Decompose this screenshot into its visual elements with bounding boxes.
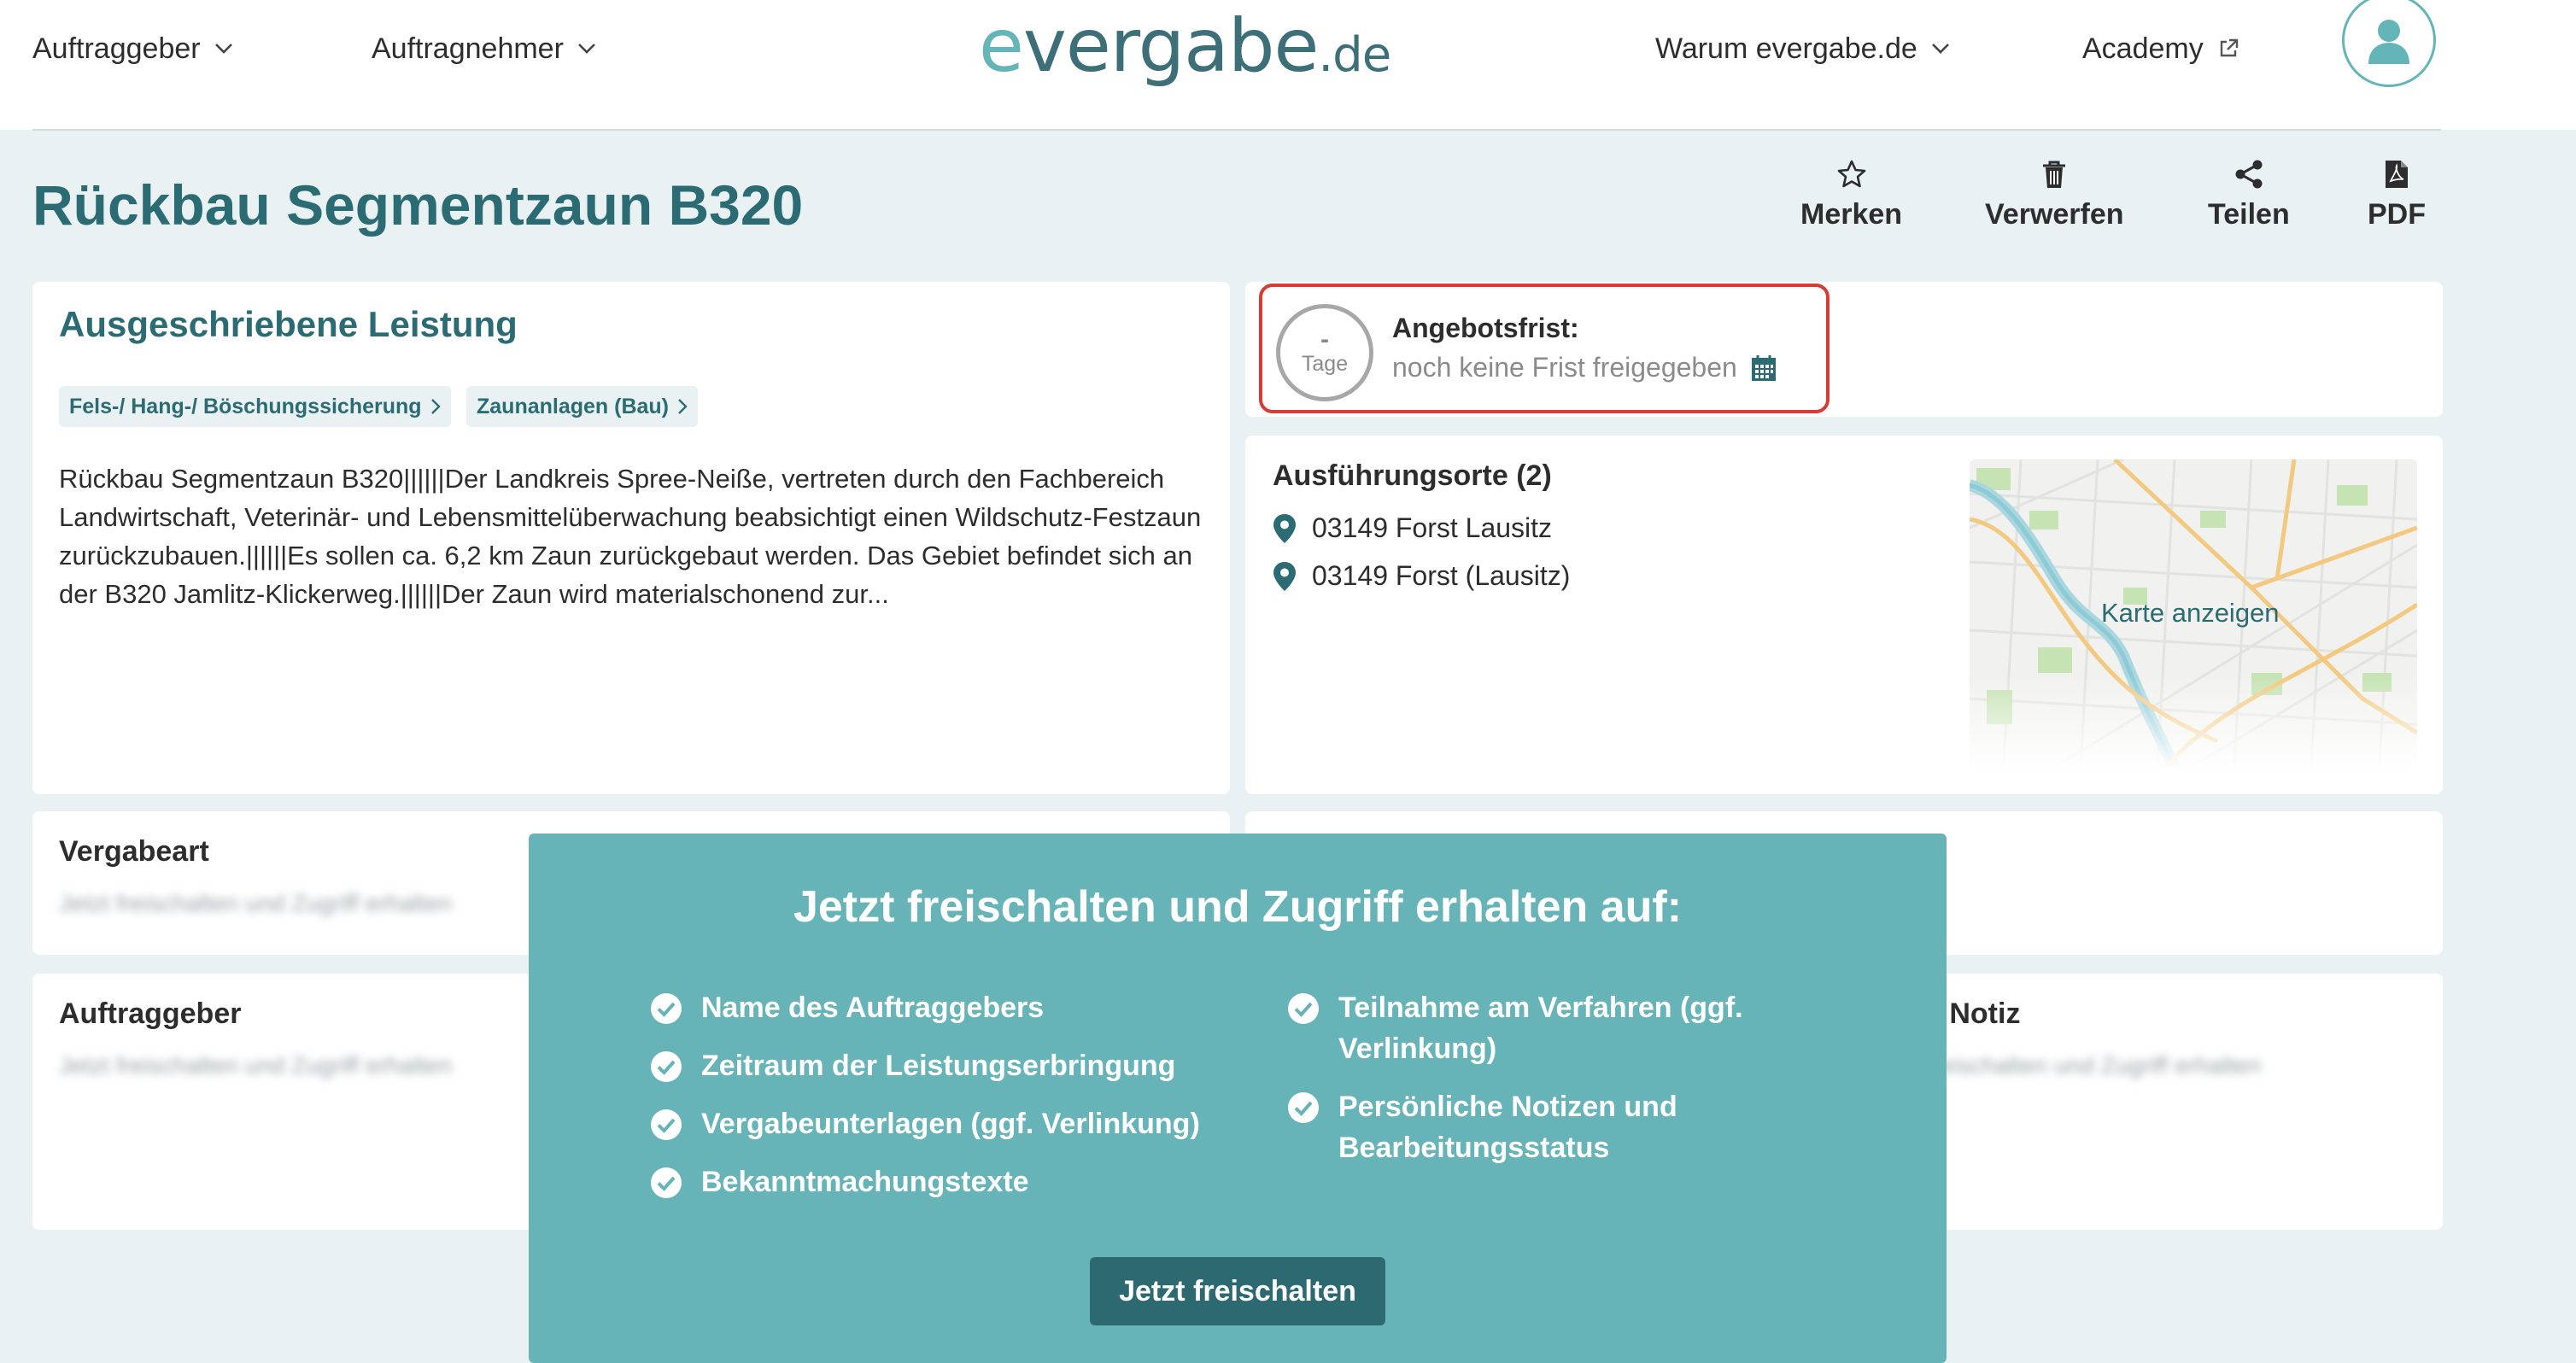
- feature-item: Teilnahme am Verfahren (ggf. Verlinkung): [1287, 987, 1783, 1069]
- feature-label: Teilnahme am Verfahren (ggf. Verlinkung): [1338, 992, 1743, 1065]
- top-navigation: Auftraggeber Auftragnehmer evergabe.de W…: [0, 0, 2576, 131]
- deadline-box: - Tage Angebotsfrist: noch keine Frist f…: [1259, 284, 1830, 413]
- user-avatar-button[interactable]: [2342, 0, 2436, 87]
- tag-label: Zaunanlagen (Bau): [477, 394, 670, 418]
- tag-fels-hang-boeschung[interactable]: Fels-/ Hang-/ Böschungssicherung: [59, 386, 451, 427]
- feature-label: Bekanntmachungstexte: [701, 1166, 1029, 1198]
- verwerfen-label: Verwerfen: [1985, 198, 2124, 231]
- notiz-blurred-text: freischalten und Zugriff erhalten: [1925, 1052, 2262, 1079]
- feature-item: Name des Auftraggebers: [650, 987, 1044, 1028]
- logo-e: e: [979, 3, 1024, 89]
- nav-academy-label: Academy: [2082, 32, 2204, 65]
- auftraggeber-blurred-text: Jetzt freischalten und Zugriff erhalten: [59, 1052, 453, 1079]
- trash-icon: [2043, 161, 2066, 188]
- check-circle-icon: [651, 993, 682, 1024]
- feature-label: Zeitraum der Leistungserbringung: [701, 1050, 1176, 1082]
- vergabeart-heading: Vergabeart: [59, 835, 209, 868]
- star-icon: [1837, 160, 1865, 188]
- pdf-label: PDF: [2368, 198, 2426, 231]
- leistung-description: Rückbau Segmentzaun B320||||||Der Landkr…: [59, 464, 1202, 609]
- nav-auftragnehmer-label: Auftragnehmer: [372, 32, 564, 65]
- auftraggeber-heading: Auftraggeber: [59, 997, 242, 1030]
- feature-label: Persönliche Notizen und Bearbeitungsstat…: [1338, 1091, 1677, 1164]
- evergabe-logo[interactable]: evergabe.de: [979, 2, 1391, 100]
- merken-label: Merken: [1800, 198, 1903, 231]
- merken-button[interactable]: Merken: [1800, 159, 1902, 231]
- page-title: Rückbau Segmentzaun B320: [32, 173, 804, 237]
- location-label: 03149 Forst (Lausitz): [1312, 560, 1571, 591]
- map-pin-icon: [1273, 513, 1296, 543]
- days-remaining-circle: - Tage: [1276, 304, 1373, 401]
- nav-divider: [32, 129, 2441, 131]
- map-show-link[interactable]: Karte anzeigen: [2101, 598, 2280, 629]
- external-link-icon: [2220, 38, 2238, 57]
- days-remaining-value: -: [1320, 325, 1329, 354]
- calendar-icon[interactable]: [1751, 354, 1777, 382]
- feature-item: Zeitraum der Leistungserbringung: [650, 1045, 1175, 1086]
- location-item: 03149 Forst Lausitz: [1273, 512, 1552, 544]
- nav-academy-link[interactable]: Academy: [2082, 29, 2239, 68]
- nav-auftragnehmer-menu[interactable]: Auftragnehmer: [372, 29, 596, 68]
- chevron-down-icon: [1931, 44, 1949, 54]
- deadline-label: Angebotsfrist:: [1392, 313, 1579, 343]
- tag-label: Fels-/ Hang-/ Böschungssicherung: [69, 394, 422, 418]
- deadline-text: noch keine Frist freigegeben: [1392, 352, 1737, 383]
- map-pin-icon: [1273, 561, 1296, 591]
- logo-tld: .de: [1318, 27, 1391, 83]
- teilen-label: Teilen: [2208, 198, 2290, 231]
- verwerfen-button[interactable]: Verwerfen: [1985, 159, 2124, 231]
- tag-zaunanlagen[interactable]: Zaunanlagen (Bau): [466, 386, 699, 427]
- check-circle-icon: [651, 1051, 682, 1082]
- nav-warum-menu[interactable]: Warum evergabe.de: [1655, 29, 1950, 68]
- check-circle-icon: [1288, 1092, 1319, 1123]
- nav-warum-label: Warum evergabe.de: [1655, 32, 1917, 65]
- share-icon: [2235, 160, 2263, 189]
- unlock-button[interactable]: Jetzt freischalten: [1090, 1257, 1385, 1325]
- chevron-down-icon: [577, 44, 595, 54]
- deadline-status: noch keine Frist freigegeben: [1392, 352, 1777, 383]
- unlock-title: Jetzt freischalten und Zugriff erhalten …: [793, 882, 1683, 932]
- user-icon: [2368, 20, 2409, 64]
- unlock-overlay: Jetzt freischalten und Zugriff erhalten …: [529, 834, 1947, 1363]
- chevron-right-icon: [430, 399, 441, 414]
- locations-heading: Ausführungsorte (2): [1273, 459, 1552, 492]
- teilen-button[interactable]: Teilen: [2208, 159, 2290, 231]
- check-circle-icon: [1288, 993, 1319, 1024]
- logo-main: vergabe: [1022, 3, 1319, 89]
- vergabeart-blurred-text: Jetzt freischalten und Zugriff erhalten: [59, 890, 453, 916]
- leistung-heading: Ausgeschriebene Leistung: [59, 304, 518, 344]
- chevron-down-icon: [214, 44, 232, 54]
- location-label: 03149 Forst Lausitz: [1312, 512, 1553, 543]
- feature-label: Name des Auftraggebers: [701, 992, 1045, 1024]
- check-circle-icon: [651, 1167, 682, 1198]
- check-circle-icon: [651, 1109, 682, 1140]
- nav-auftraggeber-label: Auftraggeber: [32, 32, 201, 65]
- days-unit: Tage: [1301, 352, 1349, 376]
- feature-item: Vergabeunterlagen (ggf. Verlinkung): [650, 1103, 1200, 1144]
- feature-item: Bekanntmachungstexte: [650, 1161, 1029, 1202]
- location-item: 03149 Forst (Lausitz): [1273, 560, 1570, 592]
- feature-label: Vergabeunterlagen (ggf. Verlinkung): [701, 1108, 1200, 1140]
- nav-auftraggeber-menu[interactable]: Auftraggeber: [32, 29, 233, 68]
- feature-item: Persönliche Notizen und Bearbeitungsstat…: [1287, 1086, 1783, 1168]
- pdf-file-icon: [2386, 161, 2408, 188]
- chevron-right-icon: [678, 399, 688, 414]
- pdf-button[interactable]: PDF: [2368, 159, 2426, 231]
